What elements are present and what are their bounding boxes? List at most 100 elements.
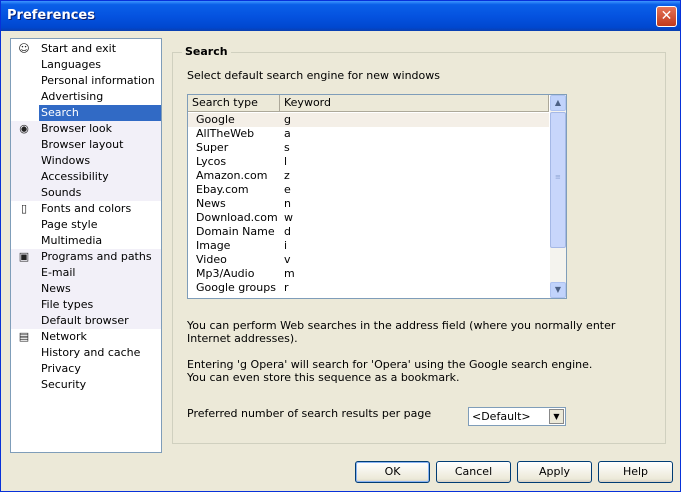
list-item[interactable]: Mp3/Audio m	[188, 267, 549, 281]
search-type-cell: Mp3/Audio	[196, 267, 255, 280]
nav-item-multimedia[interactable]: Multimedia	[11, 233, 161, 249]
keyword-cell: m	[284, 267, 295, 280]
nav-item-label: Windows	[41, 154, 91, 167]
search-type-cell: Super	[196, 141, 229, 154]
list-item[interactable]: Video v	[188, 253, 549, 267]
nav-item-advertising[interactable]: Advertising	[11, 89, 161, 105]
nav-item-languages[interactable]: Languages	[11, 57, 161, 73]
search-type-cell: News	[196, 197, 226, 210]
nav-item-label: Sounds	[41, 186, 82, 199]
nav-item-label: File types	[41, 298, 94, 311]
help-button[interactable]: Help	[598, 461, 673, 483]
keyword-cell: d	[284, 225, 291, 238]
info-line: Internet addresses).	[187, 332, 298, 345]
search-type-cell: Video	[196, 253, 227, 266]
nav-item-default-browser[interactable]: Default browser	[11, 313, 161, 329]
keyword-cell: v	[284, 253, 291, 266]
nav-item-network[interactable]: ▤ Network	[11, 329, 161, 345]
search-type-cell: Amazon.com	[196, 169, 268, 182]
nav-item-news[interactable]: News	[11, 281, 161, 297]
title-bar[interactable]: Preferences ✕	[1, 1, 680, 31]
chevron-down-icon[interactable]: ▼	[549, 409, 564, 424]
nav-item-search[interactable]: Search	[11, 105, 161, 121]
nav-item-label: Network	[41, 330, 87, 343]
nav-item-file-types[interactable]: File types	[11, 297, 161, 313]
nav-item-history-and-cache[interactable]: History and cache	[11, 345, 161, 361]
nav-item-sounds[interactable]: Sounds	[11, 185, 161, 201]
search-engine-list[interactable]: Search type Keyword Google g AllTheWeb a Sup…	[187, 94, 567, 299]
nav-item-label: Browser look	[41, 122, 112, 135]
disk-icon: ▣	[18, 250, 30, 263]
nav-item-label: Browser layout	[41, 138, 124, 151]
nav-item-label: Search	[39, 105, 161, 121]
search-type-cell: Download.com	[196, 211, 278, 224]
keyword-cell: l	[284, 155, 288, 168]
list-item[interactable]: Ebay.com e	[188, 183, 549, 197]
list-item[interactable]: Domain Name d	[188, 225, 549, 239]
nav-item-label: Page style	[41, 218, 98, 231]
grip-icon: ≡	[555, 173, 561, 181]
list-item[interactable]: Super s	[188, 141, 549, 155]
list-item[interactable]: Google groups r	[188, 281, 549, 295]
close-icon: ✕	[660, 8, 673, 24]
search-type-cell: Image	[196, 239, 231, 252]
nav-item-security[interactable]: Security	[11, 377, 161, 393]
search-type-cell: Google	[196, 113, 235, 126]
list-item[interactable]: Download.com w	[188, 211, 549, 225]
list-header: Search type Keyword	[188, 95, 549, 112]
nav-item-accessibility[interactable]: Accessibility	[11, 169, 161, 185]
nav-item-privacy[interactable]: Privacy	[11, 361, 161, 377]
results-per-page-label: Preferred number of search results per p…	[187, 407, 432, 420]
nav-item-programs-and-paths[interactable]: ▣ Programs and paths	[11, 249, 161, 265]
scroll-down-button[interactable]: ▼	[550, 282, 566, 298]
nav-item-fonts-and-colors[interactable]: ▯ Fonts and colors	[11, 201, 161, 217]
nav-item-browser-look[interactable]: ◉ Browser look	[11, 121, 161, 137]
nav-item-label: Advertising	[41, 90, 104, 103]
eye-icon: ◉	[19, 122, 29, 135]
address-search-info: You can perform Web searches in the addr…	[187, 319, 615, 345]
keyword-search-info: Entering 'g Opera' will search for 'Oper…	[187, 358, 592, 384]
nav-item-label: Accessibility	[41, 170, 109, 183]
list-item[interactable]: Image i	[188, 239, 549, 253]
nav-item-start-and-exit[interactable]: ☺ Start and exit	[11, 41, 161, 57]
keyword-cell: e	[284, 183, 291, 196]
nav-item-label: Programs and paths	[41, 250, 152, 263]
cancel-button[interactable]: Cancel	[436, 461, 511, 483]
nav-item-label: Default browser	[41, 314, 129, 327]
ok-button[interactable]: OK	[355, 461, 430, 483]
info-line: You can even store this sequence as a bo…	[187, 371, 460, 384]
list-item[interactable]: News n	[188, 197, 549, 211]
list-item[interactable]: AllTheWeb a	[188, 127, 549, 141]
list-item[interactable]: Amazon.com z	[188, 169, 549, 183]
column-keyword[interactable]: Keyword	[280, 95, 549, 112]
nav-item-label: Security	[41, 378, 87, 391]
nav-item-e-mail[interactable]: E-mail	[11, 265, 161, 281]
nav-item-label: Multimedia	[41, 234, 103, 247]
preferences-dialog: Preferences ✕ ☺ Start and exit Languages Pe…	[0, 0, 681, 492]
nav-item-windows[interactable]: Windows	[11, 153, 161, 169]
keyword-cell: i	[284, 239, 288, 252]
apply-button[interactable]: Apply	[517, 461, 592, 483]
keyword-cell: z	[284, 169, 290, 182]
column-search-type[interactable]: Search type	[188, 95, 280, 112]
info-line: Entering 'g Opera' will search for 'Oper…	[187, 358, 593, 371]
keyword-cell: s	[284, 141, 290, 154]
results-per-page-select[interactable]: <Default> ▼	[468, 407, 566, 426]
search-engine-description: Select default search engine for new win…	[187, 69, 440, 82]
category-list[interactable]: ☺ Start and exit Languages Personal informa…	[10, 38, 162, 453]
list-scrollbar[interactable]: ▲ ≡ ▼	[550, 95, 566, 298]
search-type-cell: Google groups	[196, 281, 276, 294]
nav-item-personal-information[interactable]: Personal information	[11, 73, 161, 89]
scroll-up-button[interactable]: ▲	[550, 95, 566, 111]
list-item[interactable]: Google g	[188, 113, 549, 127]
search-type-cell: Ebay.com	[196, 183, 249, 196]
scroll-thumb[interactable]: ≡	[550, 112, 566, 248]
list-item[interactable]: Lycos l	[188, 155, 549, 169]
window-title: Preferences	[7, 8, 95, 23]
nav-item-page-style[interactable]: Page style	[11, 217, 161, 233]
search-type-cell: Lycos	[196, 155, 227, 168]
person-icon: ☺	[18, 42, 30, 55]
keyword-cell: w	[284, 211, 293, 224]
close-button[interactable]: ✕	[656, 6, 677, 27]
nav-item-browser-layout[interactable]: Browser layout	[11, 137, 161, 153]
